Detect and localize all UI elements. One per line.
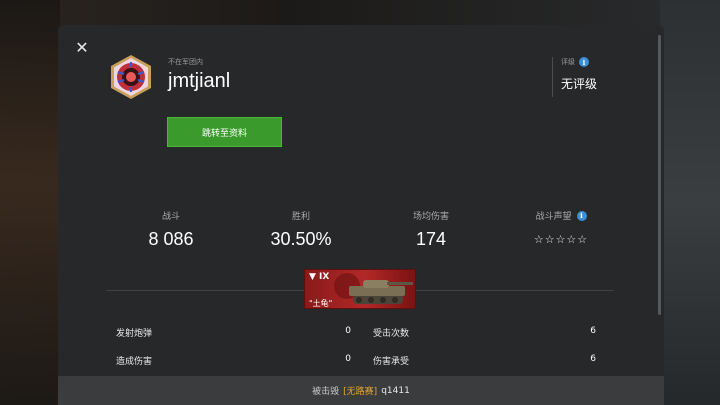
goto-profile-button[interactable]: 跳转至资料 [167,117,282,147]
kill-prefix: 被击毁 [312,387,340,397]
rating-block: 评级 i 无评级 [552,57,597,97]
stat-winrate: 胜利 30.50% [236,209,366,250]
tank-icon [334,273,413,304]
rating-value: 无评级 [561,77,598,91]
cell-value: 6 [590,325,596,336]
stat-label: 场均伤害 [412,212,449,222]
stat-prestige: 战斗声望 i ☆☆☆☆☆ [496,209,626,250]
player-profile-dialog: ✕ 不在军团内 jmtjianl 跳转至资料 评级 i 无评级 战斗 8 086… [58,25,664,405]
table-row: 发射炮弹 0 受击次数 6 [116,318,606,346]
tank-card[interactable]: ▼ IX "土龟" [304,269,416,309]
cell-label: 造成伤害 [116,356,153,367]
stat-label-row: 战斗声望 i [496,209,626,222]
table-cell: 造成伤害 0 [116,354,361,367]
stat-label: 胜利 [291,212,310,222]
cell-value: 6 [590,353,596,364]
stat-value: 174 [415,229,447,249]
rating-label: 评级 [561,58,575,66]
info-icon[interactable]: i [576,210,587,221]
cell-label: 受击次数 [373,328,410,339]
player-nickname: jmtjianl [168,70,231,92]
player-emblem-icon [111,55,151,99]
table-cell: 受击次数 6 [361,326,606,339]
stat-value: 8 086 [148,229,194,249]
stat-label: 战斗 [161,212,180,222]
table-row: 造成伤害 0 伤害承受 6 [116,346,606,374]
info-icon[interactable]: i [579,57,589,67]
table-cell: 伤害承受 6 [361,354,606,367]
table-cell: 发射炮弹 0 [116,326,361,339]
killer-name: q1411 [381,385,410,396]
stat-battles: 战斗 8 086 [106,209,236,250]
cell-value: 0 [345,353,351,364]
clan-status-label: 不在军团内 [168,58,203,66]
kill-info-bar: 被击毁 [无路赛] q1411 [58,376,664,405]
cell-label: 发射炮弹 [116,328,153,339]
background-left-panel [0,0,60,405]
rating-label-row: 评级 i [561,57,597,67]
cell-value: 0 [345,325,351,336]
tank-tier: ▼ IX [309,272,330,282]
prestige-stars: ☆☆☆☆☆ [533,233,589,246]
stats-summary: 战斗 8 086 胜利 30.50% 场均伤害 174 战斗声望 i ☆☆☆☆☆ [106,209,626,250]
tank-name: "土龟" [309,299,333,308]
stat-value: 30.50% [270,229,332,249]
stat-avg-damage: 场均伤害 174 [366,209,496,250]
stat-label: 战斗声望 [535,212,572,222]
scrollbar[interactable] [658,35,661,315]
close-icon[interactable]: ✕ [75,40,89,56]
battle-stats-table: 发射炮弹 0 受击次数 6 造成伤害 0 伤害承受 6 [116,318,606,374]
cell-label: 伤害承受 [373,356,410,367]
background-right-panel [660,0,720,405]
killer-clan-tag: [无路赛] [343,387,378,397]
